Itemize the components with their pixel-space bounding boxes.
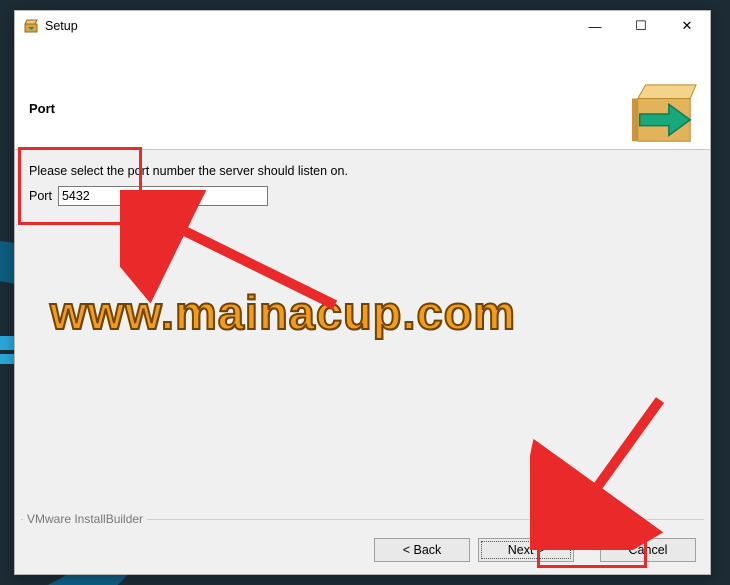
app-icon — [23, 18, 39, 34]
minimize-button[interactable]: — — [572, 11, 618, 41]
back-button[interactable]: < Back — [374, 538, 470, 562]
titlebar[interactable]: Setup — ☐ ✕ — [15, 11, 710, 41]
page-title: Port — [29, 101, 55, 116]
next-button[interactable]: Next > — [478, 538, 574, 562]
wizard-content: Please select the port number the server… — [15, 150, 710, 574]
setup-window: Setup — ☐ ✕ Port Please select the port … — [14, 10, 711, 575]
vendor-label: VMware InstallBuilder — [23, 512, 147, 526]
maximize-button[interactable]: ☐ — [618, 11, 664, 41]
wizard-banner: Port — [15, 41, 710, 150]
port-input[interactable] — [58, 186, 268, 206]
port-label: Port — [29, 189, 52, 203]
cancel-button[interactable]: Cancel — [600, 538, 696, 562]
window-title: Setup — [45, 19, 78, 33]
box-arrow-icon — [630, 81, 698, 145]
close-button[interactable]: ✕ — [664, 11, 710, 41]
instruction-text: Please select the port number the server… — [29, 164, 696, 178]
wizard-footer: < Back Next > Cancel — [15, 526, 710, 574]
port-row: Port — [29, 186, 696, 206]
